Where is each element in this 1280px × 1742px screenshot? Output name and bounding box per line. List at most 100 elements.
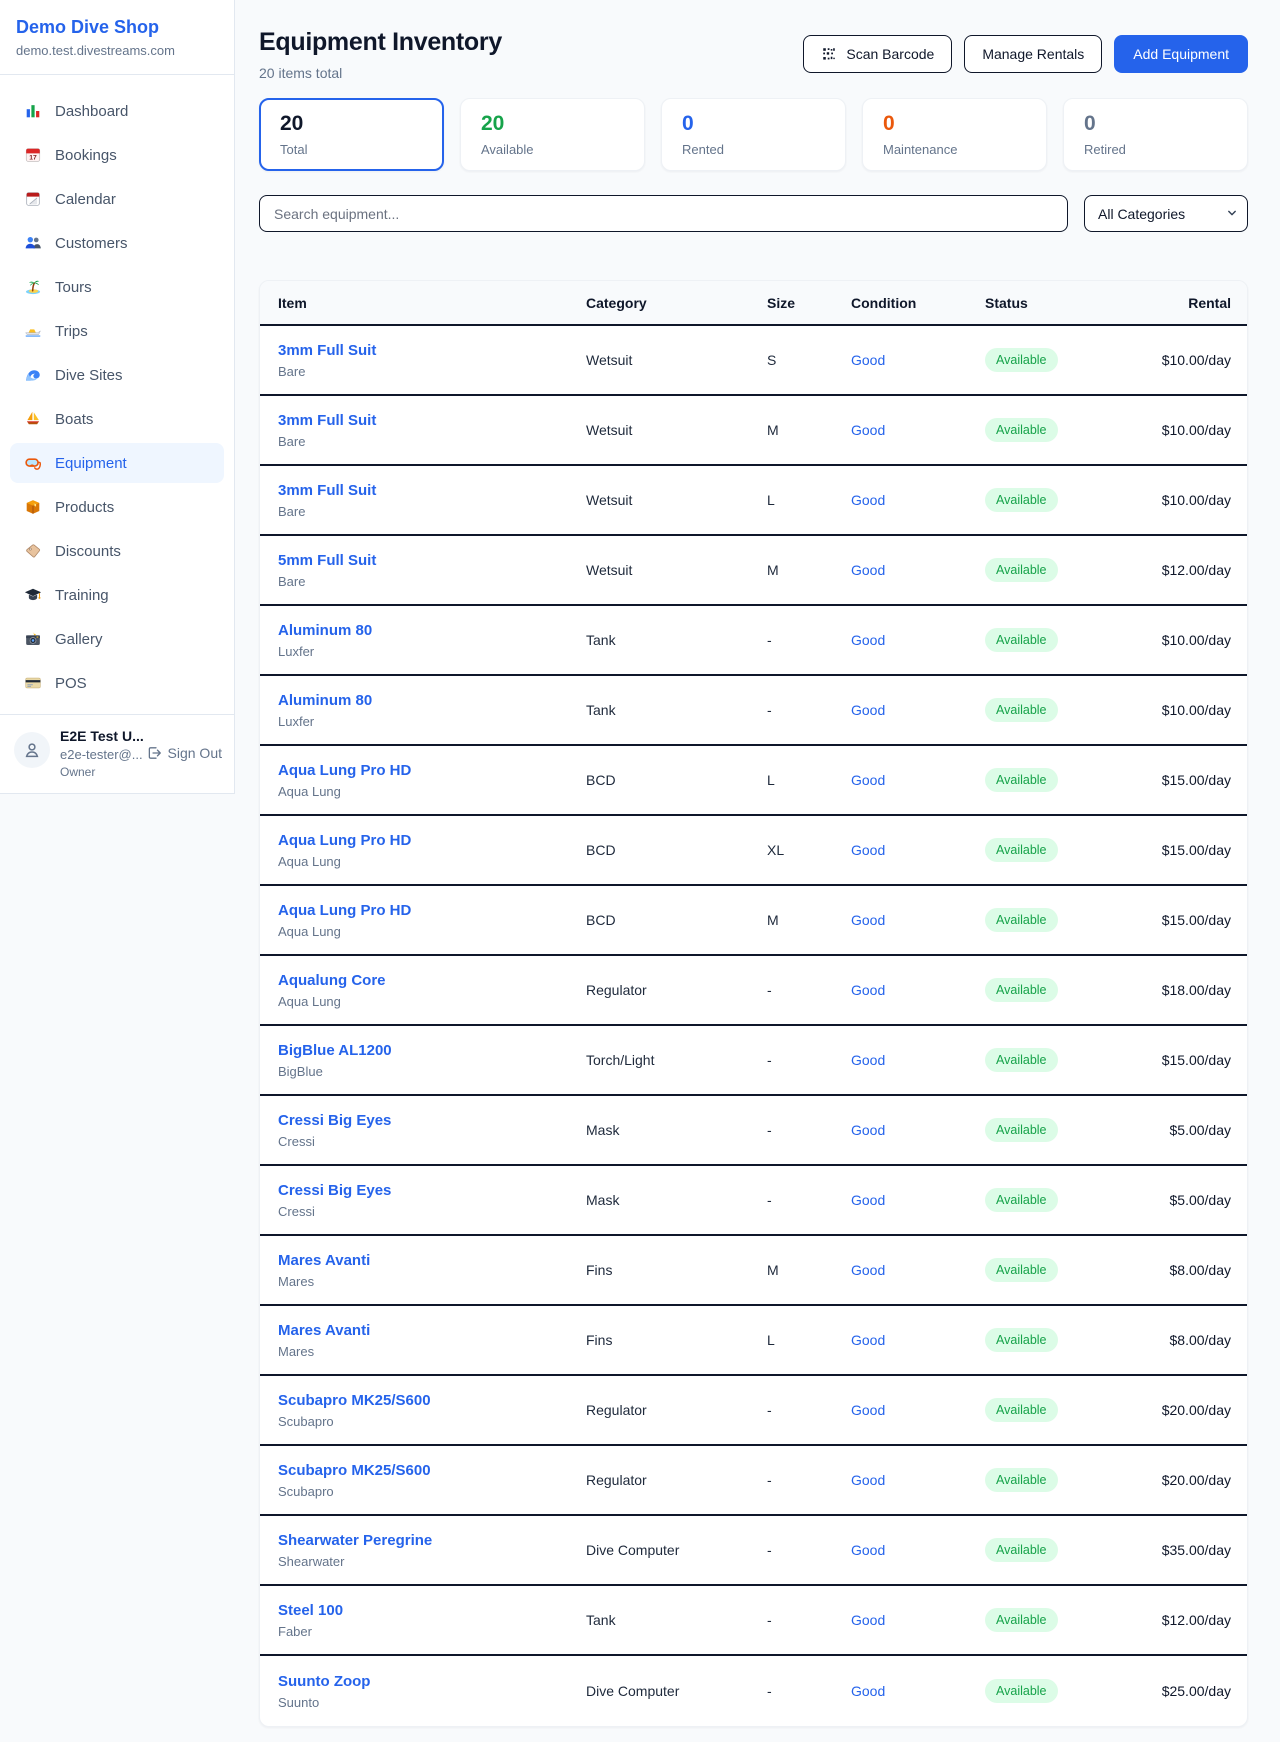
condition-link[interactable]: Good	[851, 702, 885, 718]
condition-cell: Good	[851, 912, 985, 928]
status-badge: Available	[985, 488, 1058, 512]
status-badge: Available	[985, 1118, 1058, 1142]
item-link[interactable]: Steel 100	[278, 1602, 343, 1619]
sidebar-item-label: Tours	[55, 279, 92, 296]
category-cell: Tank	[586, 632, 767, 648]
sidebar-item-tours[interactable]: Tours	[10, 267, 224, 307]
condition-cell: Good	[851, 772, 985, 788]
condition-link[interactable]: Good	[851, 632, 885, 648]
item-link[interactable]: 3mm Full Suit	[278, 342, 376, 359]
sidebar-item-trips[interactable]: Trips	[10, 311, 224, 351]
rental-cell: $18.00/day	[1125, 982, 1247, 998]
user-name: E2E Test U...	[60, 728, 136, 744]
item-link[interactable]: Aluminum 80	[278, 622, 372, 639]
stat-card-retired[interactable]: 0Retired	[1063, 98, 1248, 171]
sidebar-item-boats[interactable]: Boats	[10, 399, 224, 439]
condition-link[interactable]: Good	[851, 1052, 885, 1068]
item-cell: Suunto Zoop Suunto	[260, 1673, 586, 1710]
add-equipment-button[interactable]: Add Equipment	[1114, 35, 1248, 73]
rental-cell: $35.00/day	[1125, 1542, 1247, 1558]
sidebar-item-customers[interactable]: Customers	[10, 223, 224, 263]
item-cell: BigBlue AL1200 BigBlue	[260, 1042, 586, 1079]
stat-card-available[interactable]: 20Available	[460, 98, 645, 171]
condition-link[interactable]: Good	[851, 842, 885, 858]
item-link[interactable]: Aqualung Core	[278, 972, 386, 989]
sidebar-item-pos[interactable]: POS	[10, 663, 224, 703]
stat-card-maintenance[interactable]: 0Maintenance	[862, 98, 1047, 171]
condition-link[interactable]: Good	[851, 1192, 885, 1208]
sidebar-item-products[interactable]: Products	[10, 487, 224, 527]
item-brand: Bare	[278, 504, 586, 519]
item-link[interactable]: 3mm Full Suit	[278, 482, 376, 499]
item-cell: 3mm Full Suit Bare	[260, 342, 586, 379]
table-row: Mares Avanti Mares Fins L Good Available…	[260, 1306, 1247, 1376]
main-content: Equipment Inventory 20 items total Scan …	[259, 0, 1248, 1741]
item-link[interactable]: BigBlue AL1200	[278, 1042, 392, 1059]
sidebar-item-training[interactable]: Training	[10, 575, 224, 615]
item-link[interactable]: Aqua Lung Pro HD	[278, 902, 411, 919]
condition-link[interactable]: Good	[851, 422, 885, 438]
condition-link[interactable]: Good	[851, 982, 885, 998]
item-link[interactable]: Scubapro MK25/S600	[278, 1462, 431, 1479]
status-badge: Available	[985, 1468, 1058, 1492]
status-cell: Available	[985, 1258, 1125, 1282]
status-badge: Available	[985, 1328, 1058, 1352]
item-link[interactable]: Aqua Lung Pro HD	[278, 762, 411, 779]
sidebar-item-dive-sites[interactable]: Dive Sites	[10, 355, 224, 395]
item-brand: Bare	[278, 364, 586, 379]
condition-link[interactable]: Good	[851, 492, 885, 508]
size-cell: -	[767, 1542, 851, 1558]
item-link[interactable]: Mares Avanti	[278, 1252, 370, 1269]
condition-cell: Good	[851, 1683, 985, 1699]
barcode-icon	[821, 46, 837, 62]
stat-card-rented[interactable]: 0Rented	[661, 98, 846, 171]
item-link[interactable]: 5mm Full Suit	[278, 552, 376, 569]
sidebar-item-bookings[interactable]: 17Bookings	[10, 135, 224, 175]
item-link[interactable]: 3mm Full Suit	[278, 412, 376, 429]
person-icon	[22, 740, 42, 760]
item-link[interactable]: Aqua Lung Pro HD	[278, 832, 411, 849]
item-link[interactable]: Scubapro MK25/S600	[278, 1392, 431, 1409]
calendar-pad-icon	[24, 190, 42, 208]
stat-card-total[interactable]: 20Total	[259, 98, 444, 171]
sign-out-button[interactable]: Sign Out	[146, 745, 222, 761]
condition-link[interactable]: Good	[851, 912, 885, 928]
item-link[interactable]: Cressi Big Eyes	[278, 1182, 391, 1199]
sidebar-item-calendar[interactable]: Calendar	[10, 179, 224, 219]
sidebar-item-discounts[interactable]: Discounts	[10, 531, 224, 571]
sidebar-item-equipment[interactable]: Equipment	[10, 443, 224, 483]
search-input[interactable]	[259, 195, 1068, 232]
manage-rentals-button[interactable]: Manage Rentals	[964, 35, 1102, 73]
sidebar-item-gallery[interactable]: Gallery	[10, 619, 224, 659]
condition-link[interactable]: Good	[851, 1402, 885, 1418]
scan-barcode-button[interactable]: Scan Barcode	[803, 35, 952, 73]
category-cell: Fins	[586, 1262, 767, 1278]
sidebar-item-dashboard[interactable]: Dashboard	[10, 91, 224, 131]
item-link[interactable]: Cressi Big Eyes	[278, 1112, 391, 1129]
item-link[interactable]: Mares Avanti	[278, 1322, 370, 1339]
condition-link[interactable]: Good	[851, 1122, 885, 1138]
svg-text:17: 17	[29, 154, 37, 161]
category-select[interactable]: All Categories	[1084, 195, 1248, 232]
condition-link[interactable]: Good	[851, 1332, 885, 1348]
condition-link[interactable]: Good	[851, 1262, 885, 1278]
condition-link[interactable]: Good	[851, 772, 885, 788]
item-link[interactable]: Suunto Zoop	[278, 1673, 370, 1690]
table-row: Shearwater Peregrine Shearwater Dive Com…	[260, 1516, 1247, 1586]
table-row: Scubapro MK25/S600 Scubapro Regulator - …	[260, 1446, 1247, 1516]
condition-link[interactable]: Good	[851, 1472, 885, 1488]
item-link[interactable]: Aluminum 80	[278, 692, 372, 709]
table-row: Scubapro MK25/S600 Scubapro Regulator - …	[260, 1376, 1247, 1446]
shop-name[interactable]: Demo Dive Shop	[16, 17, 218, 38]
condition-link[interactable]: Good	[851, 352, 885, 368]
status-cell: Available	[985, 1118, 1125, 1142]
condition-link[interactable]: Good	[851, 1683, 885, 1699]
table-row: Aqua Lung Pro HD Aqua Lung BCD M Good Av…	[260, 886, 1247, 956]
item-cell: Scubapro MK25/S600 Scubapro	[260, 1392, 586, 1429]
condition-link[interactable]: Good	[851, 562, 885, 578]
sign-out-label: Sign Out	[168, 745, 222, 761]
condition-link[interactable]: Good	[851, 1612, 885, 1628]
condition-link[interactable]: Good	[851, 1542, 885, 1558]
avatar	[14, 732, 50, 768]
item-link[interactable]: Shearwater Peregrine	[278, 1532, 432, 1549]
